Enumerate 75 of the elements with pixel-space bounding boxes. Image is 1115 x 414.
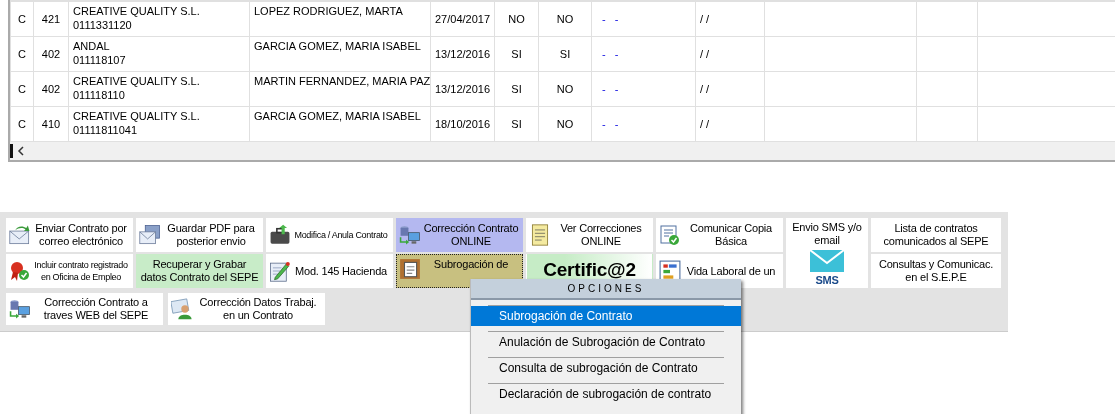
toolbar-button[interactable]: Incluir contrato registrado en Oficina de Empleo — [6, 254, 133, 288]
envelope-stack-icon — [139, 224, 161, 246]
toolbar-button[interactable]: Enviar Contrato por correo electrónico — [6, 218, 133, 252]
toolbar-button[interactable]: Ver Correcciones ONLINE — [526, 218, 653, 252]
ribbon-seal-icon — [9, 260, 31, 282]
toolbar-button[interactable]: Corrección Contrato a traves WEB del SEPE — [6, 293, 163, 325]
table-cell: MARTIN FERNANDEZ, MARIA PAZ — [254, 74, 430, 87]
toolbar-button[interactable]: Consultas y Comunicac. en el S.E.P.E — [871, 254, 1001, 288]
toolbar-button[interactable]: Lista de contratos comunicados al SEPE — [871, 218, 1001, 252]
table-cell: SI — [559, 47, 571, 60]
menu-title: OPCIONES — [471, 279, 741, 300]
toolbar-button[interactable]: Recuperar y Grabar datos Contrato del SEPE — [136, 254, 263, 288]
table-cell-text: - - — [601, 82, 619, 95]
briefcase-icon — [269, 224, 291, 246]
table-cell: / / — [700, 47, 710, 60]
table-cell: C — [18, 82, 26, 95]
menu-item[interactable]: Subrogación de Contrato — [471, 306, 741, 326]
chart-icon — [659, 260, 681, 282]
table-cell: 27/04/2017 — [435, 12, 491, 25]
table-cell-text: - - — [601, 47, 619, 60]
table-cell: GARCIA GOMEZ, MARIA ISABEL — [254, 109, 421, 122]
table-cell-text: - - — [601, 117, 619, 130]
toolbar-button[interactable]: Comunicar Copia Básica — [656, 218, 783, 252]
table-cell: / / — [700, 12, 710, 25]
checklist-icon — [659, 224, 681, 246]
sms-button[interactable]: Envio SMS y/o email SMS — [786, 218, 868, 288]
toolbar-button[interactable]: Corrección Datos Trabaj. en un Contrato — [168, 293, 325, 325]
toolbar-button[interactable]: Subrogación de — [396, 254, 523, 288]
person-card-icon — [171, 298, 193, 320]
table-cell: GARCIA GOMEZ, MARIA ISABEL — [254, 39, 421, 52]
table-cell: 18/10/2016 — [435, 117, 491, 130]
menu-item[interactable]: Consulta de subrogación de Contrato — [471, 358, 741, 378]
document-icon — [399, 258, 421, 280]
table-cell: C — [18, 12, 26, 25]
table-cell-text: ANDAL — [73, 38, 111, 53]
table-cell: / / — [700, 82, 710, 95]
table-cell: 410 — [41, 117, 61, 130]
table-cell-text: 0111331120 — [73, 18, 133, 32]
sms-label: SMS — [815, 274, 839, 287]
scroll-left-icon[interactable] — [17, 145, 25, 156]
table-cell: NO — [556, 82, 574, 95]
notepad-icon — [529, 224, 551, 246]
table-cell-text: CREATIVE QUALITY S.L. — [73, 73, 201, 88]
table-cell-text: 01111811041 — [73, 122, 139, 137]
table-cell: 402 — [41, 82, 61, 95]
table-cell: NO — [508, 12, 525, 25]
table-cell-text: 011118107 — [73, 52, 127, 67]
table-cell: 402 — [41, 47, 61, 60]
table-cell: NO — [556, 12, 574, 25]
menu-item[interactable]: Declaración de subrogación de contrato — [471, 384, 741, 404]
table-cell: LOPEZ RODRIGUEZ, MARTA — [254, 5, 403, 17]
toolbar-button[interactable]: Corrección Contrato ONLINE — [396, 218, 523, 252]
table-cell: SI — [511, 117, 522, 130]
toolbar-button[interactable]: Guardar PDF para posterior envio — [136, 218, 263, 252]
toolbar-button[interactable]: Mod. 145 Hacienda — [266, 254, 393, 288]
table-cell: C — [18, 47, 26, 60]
table-cell: 13/12/2016 — [435, 47, 491, 60]
computer-icon — [9, 298, 31, 320]
table-cell: NO — [556, 117, 574, 130]
table-cell-text: - - — [601, 12, 619, 25]
table-cell: C — [18, 117, 26, 130]
menu-item[interactable]: Anulación de Subrogación de Contrato — [471, 332, 741, 352]
computer-icon — [399, 224, 421, 246]
envelope-icon — [9, 224, 31, 246]
table-cell: SI — [511, 82, 522, 95]
table-cell-text: CREATIVE QUALITY S.L. — [73, 108, 201, 123]
table-cell: 13/12/2016 — [435, 82, 491, 95]
pencil-page-icon — [269, 260, 291, 282]
table-cell: 421 — [41, 12, 61, 25]
table-cell-text: CREATIVE QUALITY S.L. — [73, 4, 201, 18]
table-cell: SI — [511, 47, 522, 60]
sms-envelope-icon — [810, 250, 844, 272]
toolbar-button[interactable]: Modifica / Anula Contrato — [266, 218, 393, 252]
table-cell: / / — [700, 117, 710, 130]
table-cell-text: 011118110 — [73, 87, 126, 102]
